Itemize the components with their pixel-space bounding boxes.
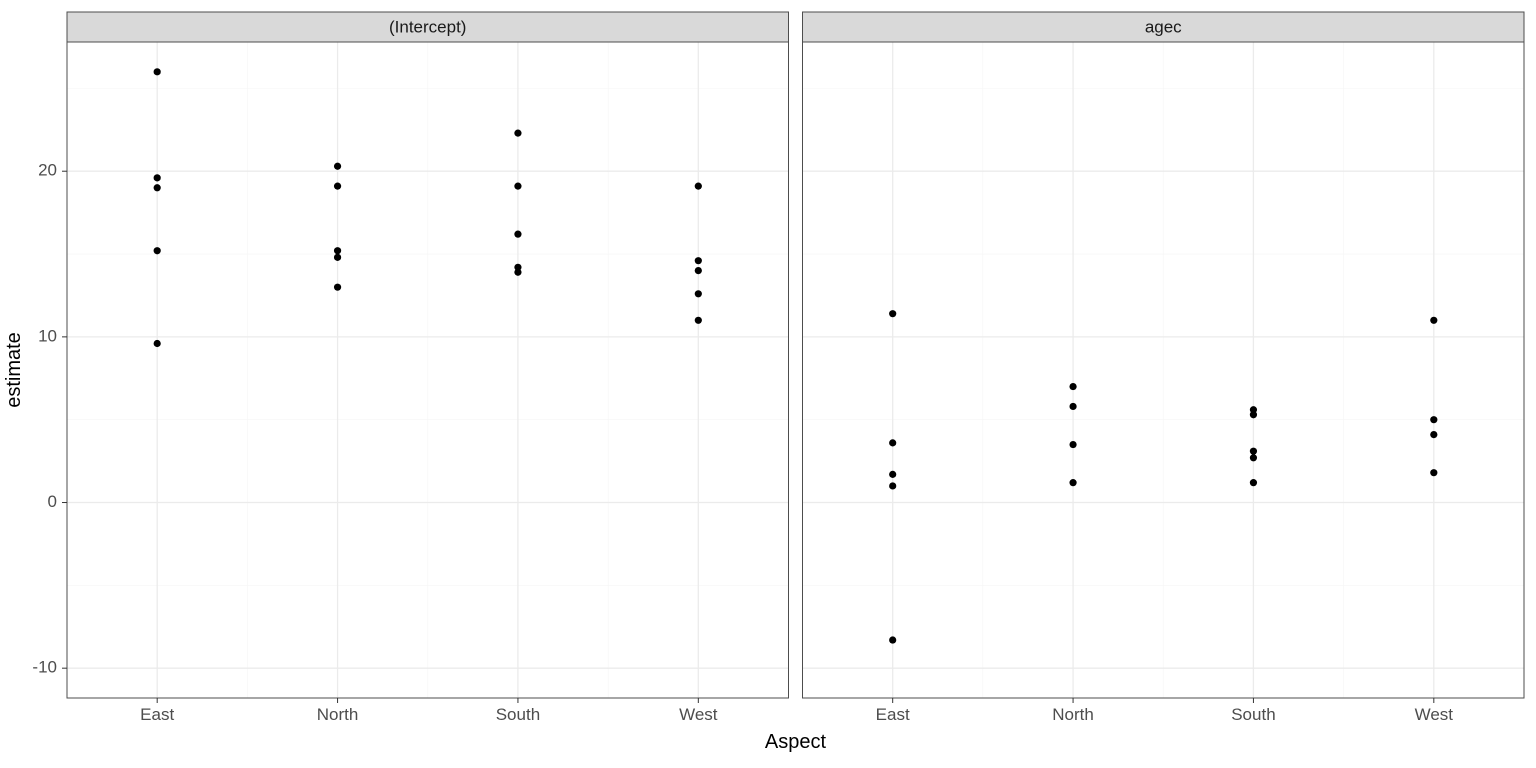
- data-point: [334, 284, 341, 291]
- data-point: [1069, 403, 1076, 410]
- y-tick-label: 10: [38, 326, 57, 345]
- data-point: [1430, 431, 1437, 438]
- y-axis-title: estimate: [3, 332, 25, 408]
- data-point: [1430, 469, 1437, 476]
- x-axis-title: Aspect: [765, 731, 827, 753]
- data-point: [1250, 479, 1257, 486]
- data-point: [154, 68, 161, 75]
- y-tick-label: 0: [48, 492, 57, 511]
- x-tick-label: West: [679, 705, 718, 724]
- data-point: [889, 636, 896, 643]
- x-tick-label: North: [317, 705, 359, 724]
- y-tick-label: -10: [32, 658, 57, 677]
- data-point: [695, 317, 702, 324]
- x-tick-label: East: [876, 705, 910, 724]
- data-point: [889, 310, 896, 317]
- data-point: [154, 340, 161, 347]
- data-point: [154, 247, 161, 254]
- faceted-scatter-chart: (Intercept) East North South West agec East Nor…: [0, 0, 1536, 768]
- data-point: [1430, 317, 1437, 324]
- y-tick-label: 20: [38, 161, 57, 180]
- data-point: [154, 174, 161, 181]
- x-tick-label: West: [1415, 705, 1454, 724]
- x-tick-label: South: [1231, 705, 1275, 724]
- x-tick-label: East: [140, 705, 174, 724]
- data-point: [1250, 411, 1257, 418]
- data-point: [334, 163, 341, 170]
- data-point: [514, 130, 521, 137]
- data-point: [1069, 383, 1076, 390]
- data-point: [154, 184, 161, 191]
- data-point: [695, 257, 702, 264]
- data-point: [514, 269, 521, 276]
- data-point: [695, 183, 702, 190]
- data-point: [1069, 441, 1076, 448]
- data-point: [514, 183, 521, 190]
- data-point: [1250, 454, 1257, 461]
- data-point: [889, 439, 896, 446]
- data-point: [1069, 479, 1076, 486]
- data-point: [334, 247, 341, 254]
- data-point: [1250, 448, 1257, 455]
- facet-label: (Intercept): [389, 18, 466, 37]
- data-point: [695, 267, 702, 274]
- data-point: [889, 471, 896, 478]
- x-tick-label: North: [1052, 705, 1094, 724]
- data-point: [334, 183, 341, 190]
- facet-label: agec: [1145, 18, 1182, 37]
- data-point: [334, 254, 341, 261]
- data-point: [889, 482, 896, 489]
- data-point: [514, 231, 521, 238]
- data-point: [695, 290, 702, 297]
- x-tick-label: South: [496, 705, 540, 724]
- data-point: [1430, 416, 1437, 423]
